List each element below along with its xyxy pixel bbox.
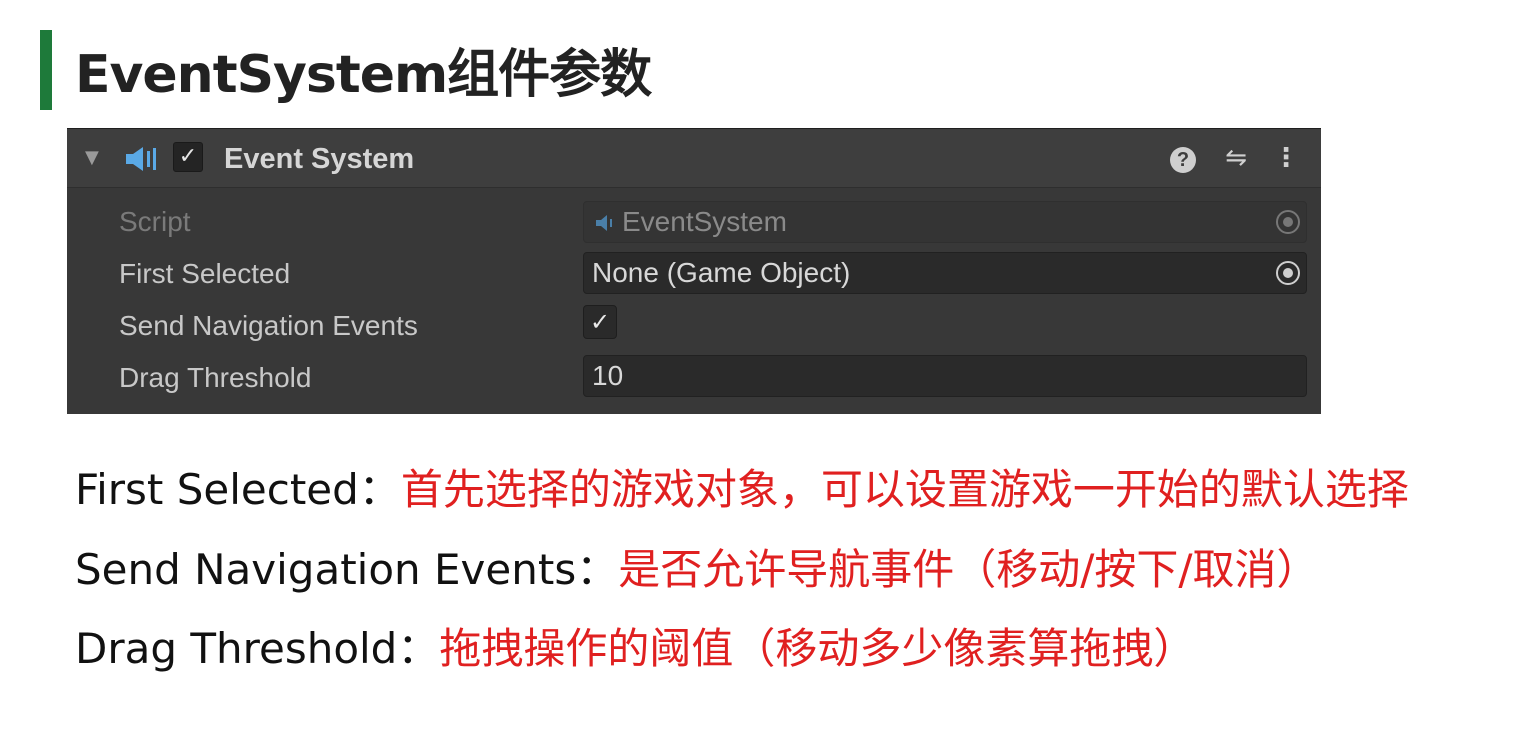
description-term: First Selected： (75, 465, 401, 514)
foldout-triangle-icon[interactable]: ▼ (85, 147, 99, 168)
drag-threshold-field[interactable]: 10 (583, 355, 1307, 397)
component-header[interactable]: ▼ ✓ Event System ? ⇋ ⋮ (67, 129, 1321, 188)
inspector-panel: ▼ ✓ Event System ? ⇋ ⋮ Script EventSyste… (67, 128, 1321, 414)
description-first-selected: First Selected：首先选择的游戏对象，可以设置游戏一开始的默认选择 (75, 462, 1409, 518)
script-picker-icon (1276, 210, 1300, 234)
description-send-navigation-events: Send Navigation Events：是否允许导航事件（移动/按下/取消… (75, 542, 1319, 598)
send-navigation-events-checkbox[interactable]: ✓ (583, 305, 617, 339)
component-enabled-checkbox[interactable]: ✓ (173, 142, 203, 172)
script-field: EventSystem (583, 201, 1307, 243)
script-file-icon (596, 215, 612, 231)
title-accent-bar (40, 30, 52, 110)
script-label: Script (119, 206, 191, 237)
description-drag-threshold: Drag Threshold：拖拽操作的阈值（移动多少像素算拖拽） (75, 621, 1195, 677)
event-system-icon (126, 147, 156, 171)
drag-threshold-value: 10 (592, 360, 624, 391)
first-selected-value: None (Game Object) (592, 257, 851, 288)
send-navigation-events-label: Send Navigation Events (119, 310, 418, 341)
description-term: Drag Threshold： (75, 624, 440, 673)
help-icon[interactable]: ? (1167, 143, 1199, 173)
first-selected-label: First Selected (119, 258, 291, 289)
context-menu-icon[interactable]: ⋮ (1270, 143, 1302, 173)
description-term: Send Navigation Events： (75, 545, 619, 594)
first-selected-field[interactable]: None (Game Object) (583, 252, 1307, 294)
slide-title: EventSystem组件参数 (75, 45, 652, 105)
presets-icon[interactable]: ⇋ (1220, 143, 1252, 173)
description-text: 首先选择的游戏对象，可以设置游戏一开始的默认选择 (400, 465, 1409, 514)
object-picker-icon[interactable] (1276, 261, 1300, 285)
script-value: EventSystem (622, 206, 787, 237)
description-text: 拖拽操作的阈值（移动多少像素算拖拽） (439, 624, 1196, 673)
description-text: 是否允许导航事件（移动/按下/取消） (618, 545, 1319, 594)
drag-threshold-label: Drag Threshold (119, 362, 312, 393)
component-name: Event System (224, 143, 415, 175)
